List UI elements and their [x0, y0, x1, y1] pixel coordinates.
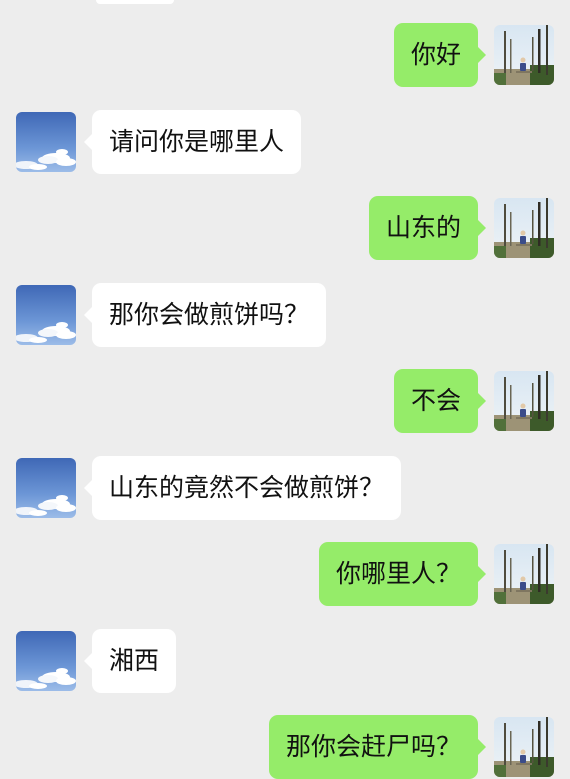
- message-bubble-sent[interactable]: 山东的: [368, 196, 487, 260]
- message-row: 湘西: [0, 629, 570, 693]
- contact-avatar[interactable]: [16, 631, 76, 691]
- message-bubble-sent[interactable]: 那你会赶尸吗？: [268, 715, 487, 779]
- contact-avatar[interactable]: [16, 112, 76, 172]
- self-avatar[interactable]: [494, 544, 554, 604]
- message-bubble-received[interactable]: 湘西: [83, 629, 177, 693]
- message-bubble-sent[interactable]: 不会: [393, 369, 487, 433]
- message-bubble-received[interactable]: 请问你是哪里人: [83, 110, 302, 174]
- landscape-avatar-icon: [494, 371, 554, 431]
- message-row: 你哪里人？: [0, 542, 570, 606]
- landscape-avatar-icon: [494, 717, 554, 777]
- message-row: 不会: [0, 369, 570, 433]
- landscape-avatar-icon: [494, 544, 554, 604]
- message-row: 那你会做煎饼吗？: [0, 283, 570, 347]
- self-avatar[interactable]: [494, 717, 554, 777]
- message-bubble-sent[interactable]: 你哪里人？: [318, 542, 487, 606]
- landscape-avatar-icon: [494, 198, 554, 258]
- self-avatar[interactable]: [494, 25, 554, 85]
- sky-avatar-icon: [16, 112, 76, 172]
- message-row: 你好: [0, 23, 570, 87]
- message-bubble-received[interactable]: 那你会做煎饼吗？: [83, 283, 327, 347]
- sky-avatar-icon: [16, 631, 76, 691]
- landscape-avatar-icon: [494, 25, 554, 85]
- previous-message-edge: [96, 0, 174, 4]
- message-row: 那你会赶尸吗？: [0, 715, 570, 779]
- message-row: 请问你是哪里人: [0, 110, 570, 174]
- message-bubble-sent[interactable]: 你好: [393, 23, 487, 87]
- sky-avatar-icon: [16, 458, 76, 518]
- self-avatar[interactable]: [494, 371, 554, 431]
- message-row: 山东的竟然不会做煎饼？: [0, 456, 570, 520]
- self-avatar[interactable]: [494, 198, 554, 258]
- message-bubble-received[interactable]: 山东的竟然不会做煎饼？: [83, 456, 402, 520]
- message-row: 山东的: [0, 196, 570, 260]
- contact-avatar[interactable]: [16, 458, 76, 518]
- sky-avatar-icon: [16, 285, 76, 345]
- contact-avatar[interactable]: [16, 285, 76, 345]
